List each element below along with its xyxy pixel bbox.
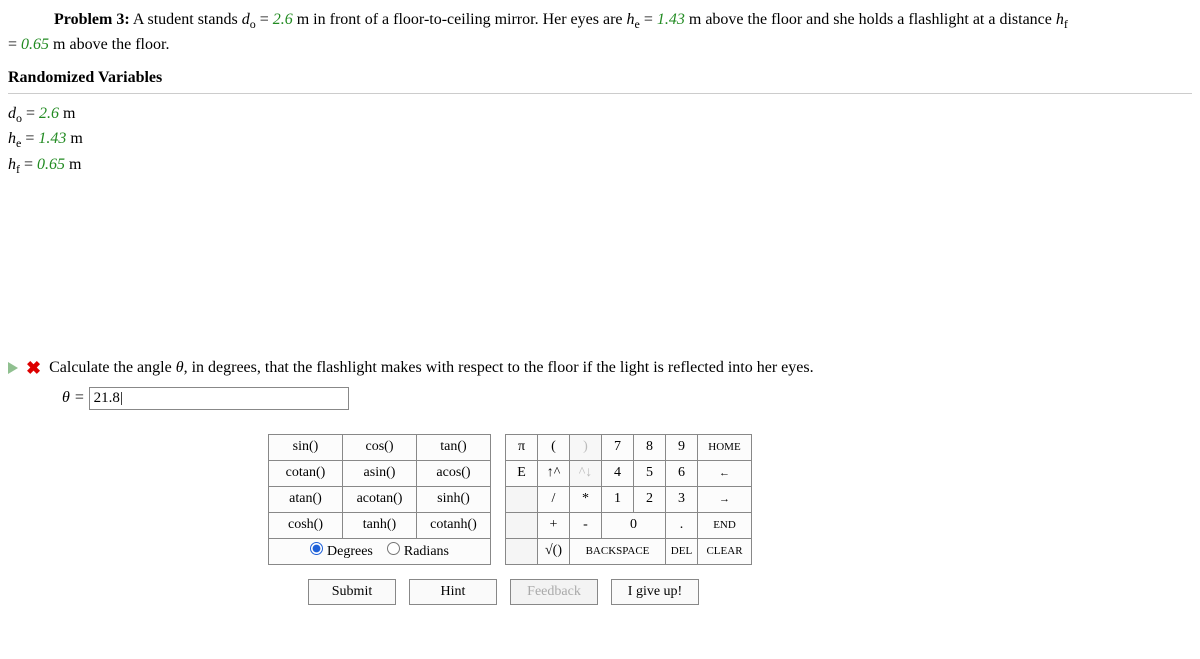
fn-cotan[interactable]: cotan() (269, 460, 343, 486)
kp-lparen[interactable]: ( (538, 434, 570, 460)
fn-asin[interactable]: asin() (343, 460, 417, 486)
kp-backspace[interactable]: BACKSPACE (570, 538, 666, 564)
fn-acos[interactable]: acos() (417, 460, 491, 486)
fn-sinh[interactable]: sinh() (417, 486, 491, 512)
incorrect-icon: ✖ (26, 358, 41, 379)
kp-5[interactable]: 5 (634, 460, 666, 486)
kp-clear[interactable]: CLEAR (698, 538, 752, 564)
kp-empty (506, 486, 538, 512)
hint-button[interactable]: Hint (409, 579, 497, 605)
fn-cosh[interactable]: cosh() (269, 512, 343, 538)
fn-tanh[interactable]: tanh() (343, 512, 417, 538)
fn-tan[interactable]: tan() (417, 434, 491, 460)
kp-end[interactable]: END (698, 512, 752, 538)
action-buttons: Submit Hint Feedback I give up! (308, 579, 1192, 605)
degrees-radio[interactable]: Degrees (310, 544, 373, 559)
kp-9[interactable]: 9 (666, 434, 698, 460)
submit-button[interactable]: Submit (308, 579, 396, 605)
kp-left[interactable]: ← (698, 460, 752, 486)
kp-2[interactable]: 2 (634, 486, 666, 512)
divider (8, 93, 1192, 94)
variables-list: do = 2.6 m he = 1.43 m hf = 0.65 m (8, 102, 1192, 178)
kp-1[interactable]: 1 (602, 486, 634, 512)
kp-minus[interactable]: - (570, 512, 602, 538)
kp-4[interactable]: 4 (602, 460, 634, 486)
fn-atan[interactable]: atan() (269, 486, 343, 512)
kp-slash[interactable]: / (538, 486, 570, 512)
kp-8[interactable]: 8 (634, 434, 666, 460)
kp-star[interactable]: * (570, 486, 602, 512)
kp-empty2 (506, 512, 538, 538)
kp-sqrt[interactable]: √() (538, 538, 570, 564)
kp-3[interactable]: 3 (666, 486, 698, 512)
kp-right[interactable]: → (698, 486, 752, 512)
function-panel: sin() cos() tan() cotan() asin() acos() … (268, 434, 491, 565)
question-text: Calculate the angle θ, in degrees, that … (49, 359, 814, 377)
play-icon[interactable] (8, 362, 18, 374)
fn-cos[interactable]: cos() (343, 434, 417, 460)
radians-radio[interactable]: Radians (387, 544, 449, 559)
kp-7[interactable]: 7 (602, 434, 634, 460)
feedback-button: Feedback (510, 579, 598, 605)
kp-empty3 (506, 538, 538, 564)
kp-plus[interactable]: + (538, 512, 570, 538)
keypad-panel: π ( ) 7 8 9 HOME E ↑^ ^↓ 4 5 6 ← / * (505, 434, 752, 565)
kp-down[interactable]: ^↓ (570, 460, 602, 486)
randomized-variables-heading: Randomized Variables (8, 69, 1192, 87)
angle-mode-row: Degrees Radians (269, 538, 491, 564)
kp-e[interactable]: E (506, 460, 538, 486)
problem-statement: Problem 3: A student stands do = 2.6 m i… (8, 8, 1192, 57)
kp-0[interactable]: 0 (602, 512, 666, 538)
fn-cotanh[interactable]: cotanh() (417, 512, 491, 538)
kp-pi[interactable]: π (506, 434, 538, 460)
answer-input[interactable] (89, 387, 349, 410)
fn-sin[interactable]: sin() (269, 434, 343, 460)
fn-acotan[interactable]: acotan() (343, 486, 417, 512)
kp-del[interactable]: DEL (666, 538, 698, 564)
kp-up[interactable]: ↑^ (538, 460, 570, 486)
theta-label: θ = (62, 389, 89, 406)
giveup-button[interactable]: I give up! (611, 579, 699, 605)
kp-home[interactable]: HOME (698, 434, 752, 460)
question-row: ✖ Calculate the angle θ, in degrees, tha… (8, 358, 1192, 379)
problem-label: Problem 3: (54, 11, 130, 28)
kp-dot[interactable]: . (666, 512, 698, 538)
kp-rparen[interactable]: ) (570, 434, 602, 460)
kp-6[interactable]: 6 (666, 460, 698, 486)
answer-row: θ = (62, 387, 1192, 410)
